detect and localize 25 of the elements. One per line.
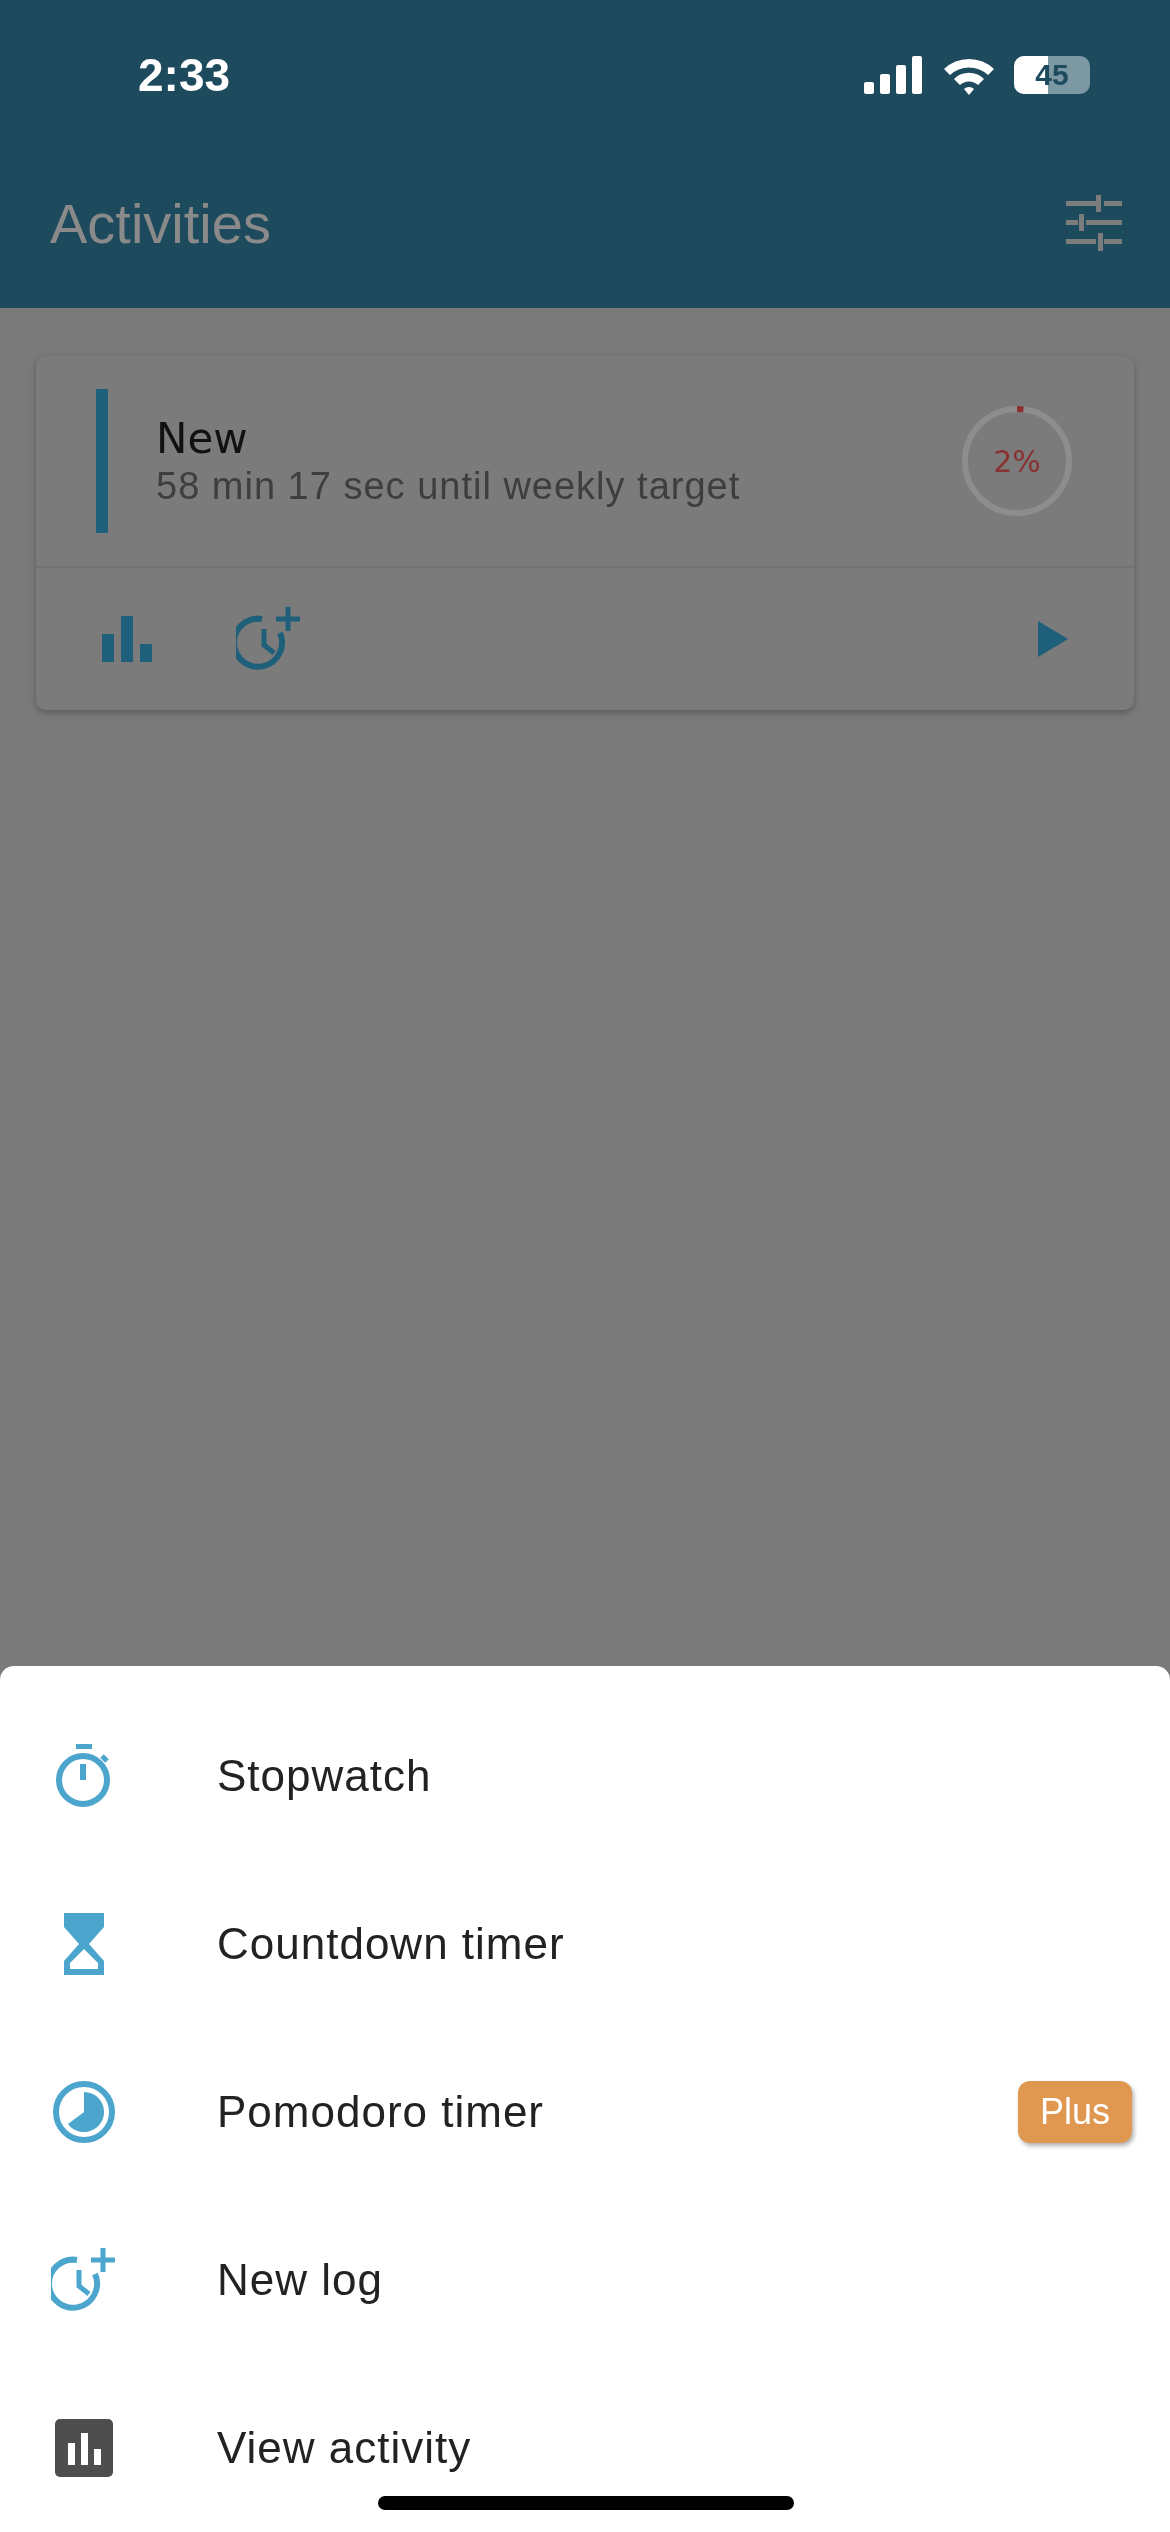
activity-name: New xyxy=(156,414,249,463)
screen-title: Activities xyxy=(50,190,271,256)
menu-item-label: New log xyxy=(217,2255,384,2305)
plus-badge: Plus xyxy=(1017,2081,1132,2143)
filter-sliders-icon[interactable] xyxy=(1066,195,1122,251)
play-icon[interactable] xyxy=(1038,621,1068,657)
menu-item-label: Pomodoro timer xyxy=(217,2087,545,2137)
menu-item-label: Stopwatch xyxy=(217,1751,433,1801)
menu-item-label: View activity xyxy=(217,2423,473,2473)
menu-item[interactable]: Stopwatch xyxy=(0,1692,1170,1860)
bar-chart-icon[interactable] xyxy=(102,616,152,662)
menu-item[interactable]: Countdown timer xyxy=(0,1860,1170,2028)
menu-item-label: Countdown timer xyxy=(217,1919,566,1969)
activity-subtitle: 58 min 17 sec until weekly target xyxy=(156,465,742,508)
hourglass-icon xyxy=(64,1913,104,1975)
clock-plus-icon xyxy=(51,2248,117,2312)
activity-card[interactable]: New 58 min 17 sec until weekly target 2% xyxy=(36,356,1134,710)
clock-plus-icon[interactable] xyxy=(236,607,302,671)
pomodoro-icon xyxy=(52,2080,116,2144)
bar-chart-icon xyxy=(55,2419,113,2477)
signal-icon xyxy=(864,56,924,94)
stopwatch-icon xyxy=(56,1744,112,1808)
menu-item[interactable]: New log xyxy=(0,2196,1170,2364)
status-time: 2:33 xyxy=(138,48,231,102)
menu-item[interactable]: Pomodoro timer Plus xyxy=(0,2028,1170,2196)
